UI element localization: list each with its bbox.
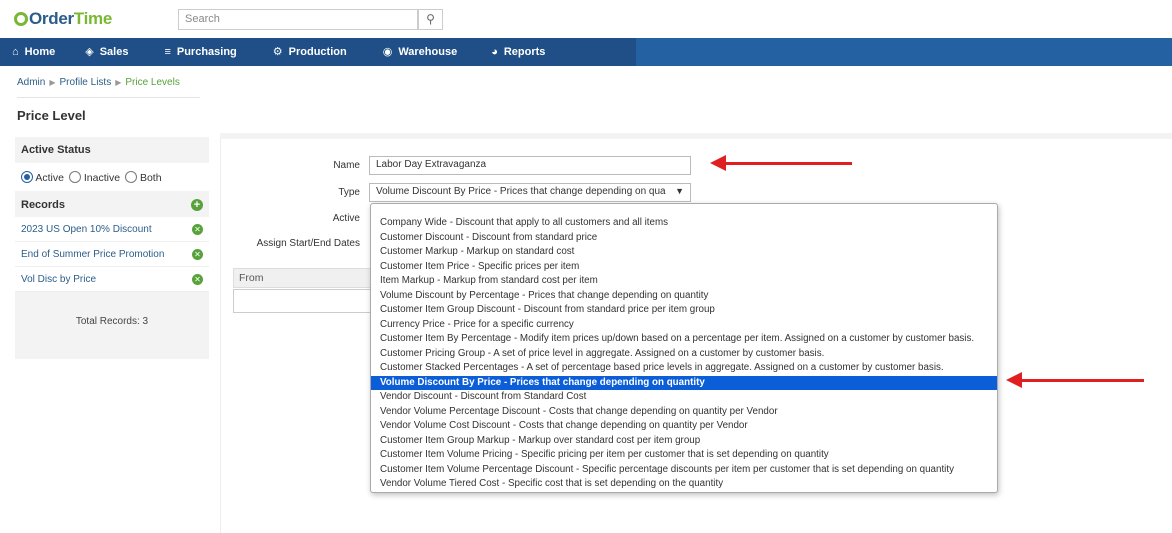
search-input[interactable]: Search: [178, 9, 418, 30]
grid-column-from: From: [233, 268, 373, 288]
dropdown-option[interactable]: Customer Stacked Percentages - A set of …: [371, 361, 997, 376]
nav-reports[interactable]: ◕ Reports: [475, 38, 561, 66]
list-item[interactable]: Vol Disc by Price ✕: [15, 267, 209, 292]
delete-icon[interactable]: ✕: [192, 248, 203, 260]
active-status-heading: Active Status: [21, 144, 91, 156]
dropdown-option[interactable]: Customer Item By Percentage - Modify ite…: [371, 332, 997, 347]
dropdown-option[interactable]: Customer Discount - Discount from standa…: [371, 231, 997, 246]
breadcrumb: Admin ▶ Profile Lists ▶ Price Levels: [17, 77, 180, 88]
radio-unchecked-icon: [68, 170, 81, 183]
nav-purchasing[interactable]: ≡ Purchasing: [146, 38, 254, 66]
delete-icon[interactable]: ✕: [192, 273, 203, 285]
annotation-arrow: [1006, 372, 1144, 388]
ordertime-logo[interactable]: OrderTime: [14, 9, 112, 29]
dropdown-option[interactable]: Customer Item Price - Specific prices pe…: [371, 260, 997, 275]
dropdown-option[interactable]: Vendor Volume Tiered Cost - Specific cos…: [371, 477, 997, 492]
dropdown-option[interactable]: Customer Item Volume Pricing - Specific …: [371, 448, 997, 463]
tag-icon: ◈: [85, 46, 94, 58]
radio-unchecked-icon: [125, 170, 138, 183]
dropdown-option[interactable]: Item Markup - Markup from standard cost …: [371, 274, 997, 289]
logo-ring-icon: [14, 12, 28, 26]
cart-icon: ≡: [164, 46, 171, 58]
breadcrumb-profile-lists[interactable]: Profile Lists: [60, 77, 112, 88]
divider: [17, 97, 200, 98]
dropdown-option[interactable]: Company Wide - Discount that apply to al…: [371, 216, 997, 231]
nav-warehouse[interactable]: ◉ Warehouse: [365, 38, 476, 66]
main-panel-header: [220, 133, 1172, 139]
active-label: Active: [332, 213, 360, 224]
add-record-icon[interactable]: +: [191, 199, 203, 211]
chevron-down-icon: ▼: [675, 186, 684, 196]
search-icon[interactable]: ⚲: [418, 9, 443, 30]
breadcrumb-price-levels[interactable]: Price Levels: [125, 77, 179, 88]
name-label: Name: [333, 160, 360, 171]
type-select[interactable]: Volume Discount By Price - Prices that c…: [369, 183, 691, 202]
type-dropdown-list: Company Wide - Discount that apply to al…: [370, 203, 998, 493]
dropdown-option[interactable]: Vendor Volume Cost Discount - Costs that…: [371, 419, 997, 434]
total-records: Total Records: 3: [75, 316, 149, 327]
delete-icon[interactable]: ✕: [192, 223, 203, 235]
radio-both[interactable]: Both: [125, 170, 162, 184]
active-status-radios: Active Inactive Both: [15, 163, 209, 191]
dropdown-option[interactable]: Vendor Volume Percentage Discount - Cost…: [371, 405, 997, 420]
sidebar: Active Status Active Inactive Both Recor…: [15, 137, 209, 359]
dropdown-option[interactable]: Currency Price - Price for a specific cu…: [371, 318, 997, 333]
dropdown-option[interactable]: Customer Pricing Group - A set of price …: [371, 347, 997, 362]
nav-home[interactable]: ⌂ Home: [0, 38, 67, 66]
home-icon: ⌂: [12, 46, 19, 58]
nav-sales[interactable]: ◈ Sales: [67, 38, 146, 66]
page-title: Price Level: [17, 108, 86, 123]
radio-checked-icon: [21, 170, 33, 183]
dates-label: Assign Start/End Dates: [256, 238, 360, 249]
radio-inactive[interactable]: Inactive: [68, 170, 120, 184]
dropdown-option[interactable]: Customer Markup - Markup on standard cos…: [371, 245, 997, 260]
list-item[interactable]: 2023 US Open 10% Discount ✕: [15, 217, 209, 242]
dropdown-option[interactable]: Volume Discount by Percentage - Prices t…: [371, 289, 997, 304]
dropdown-option[interactable]: Customer Item Volume Percentage Discount…: [371, 463, 997, 478]
annotation-arrow: [710, 155, 852, 171]
table-row[interactable]: [233, 289, 373, 313]
name-field[interactable]: Labor Day Extravaganza: [369, 156, 691, 175]
records-header: Records +: [15, 191, 209, 217]
breadcrumb-admin[interactable]: Admin: [17, 77, 45, 88]
dropdown-option[interactable]: Customer Item Group Discount - Discount …: [371, 303, 997, 318]
records-heading: Records: [21, 199, 66, 211]
pie-chart-icon: ◕: [491, 46, 498, 58]
type-label: Type: [338, 187, 360, 198]
list-item[interactable]: End of Summer Price Promotion ✕: [15, 242, 209, 267]
gears-icon: ⚙: [272, 46, 283, 58]
dropdown-option[interactable]: Customer Item Group Markup - Markup over…: [371, 434, 997, 449]
main-nav: ⌂ Home ◈ Sales ≡ Purchasing ⚙ Production ◉ Wareho…: [0, 38, 1172, 66]
breadcrumb-separator-icon: ▶: [115, 78, 122, 87]
dropdown-option[interactable]: Vendor Discount - Discount from Standard…: [371, 390, 997, 405]
breadcrumb-separator-icon: ▶: [49, 78, 56, 87]
box-icon: ◉: [382, 46, 393, 58]
nav-production[interactable]: ⚙ Production: [255, 38, 365, 66]
records-list: 2023 US Open 10% Discount ✕ End of Summer…: [15, 217, 209, 292]
top-bar: OrderTime Search ⚲: [0, 0, 1172, 37]
dropdown-option[interactable]: Volume Discount By Price - Prices that c…: [371, 375, 997, 390]
radio-active[interactable]: Active: [21, 170, 64, 184]
